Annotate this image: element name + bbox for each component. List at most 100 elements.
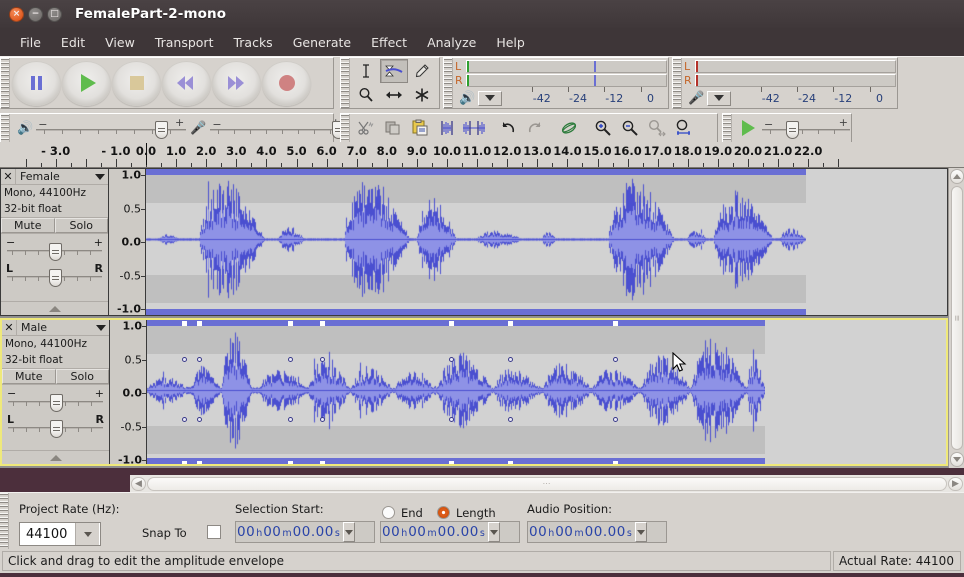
- collapse-track-female-icon[interactable]: [1, 301, 108, 315]
- recording-meter-bars[interactable]: L R: [684, 60, 896, 87]
- redo-button[interactable]: [521, 115, 548, 141]
- horizontal-scrollbar-thumb[interactable]: ⋯: [147, 476, 947, 491]
- waveform-male[interactable]: [147, 320, 946, 464]
- undo-button[interactable]: [494, 115, 521, 141]
- envelope-edge-handle[interactable]: [182, 321, 187, 326]
- envelope-edge-handle[interactable]: [197, 321, 202, 326]
- gain-slider-male[interactable]: − +: [5, 387, 106, 413]
- silence-audio-button[interactable]: [460, 115, 487, 141]
- menu-item-transport[interactable]: Transport: [145, 32, 224, 53]
- track-control-panel-male[interactable]: ✕ Male Mono, 44100Hz 32-bit float Mute S…: [2, 320, 110, 464]
- envelope-edge-handle[interactable]: [508, 321, 513, 326]
- waveform-female[interactable]: [146, 169, 947, 315]
- collapse-track-male-icon[interactable]: [2, 450, 109, 464]
- cut-button[interactable]: [352, 115, 379, 141]
- output-volume-slider[interactable]: − +: [36, 116, 187, 140]
- pause-button[interactable]: [12, 60, 61, 106]
- playback-speed-slider[interactable]: − +: [762, 116, 850, 140]
- scroll-up-icon[interactable]: [949, 169, 964, 184]
- recording-meter-grip[interactable]: [673, 58, 682, 108]
- selection-start-chevron-down-icon[interactable]: [342, 522, 355, 542]
- menu-item-analyze[interactable]: Analyze: [417, 32, 486, 53]
- play-at-speed-grip[interactable]: [723, 114, 732, 142]
- skip-to-start-button[interactable]: [162, 60, 211, 106]
- recording-meter-menu-button[interactable]: [707, 90, 732, 106]
- pan-slider-female[interactable]: LR: [4, 262, 105, 288]
- envelope-edge-handle[interactable]: [197, 461, 202, 464]
- zoom-tool[interactable]: [352, 83, 380, 107]
- envelope-control-point[interactable]: [320, 357, 325, 362]
- pan-slider-male[interactable]: LR: [5, 413, 106, 439]
- menu-item-edit[interactable]: Edit: [51, 32, 95, 53]
- menu-item-generate[interactable]: Generate: [283, 32, 361, 53]
- edit-toolbar-grip[interactable]: [341, 114, 350, 142]
- envelope-control-point[interactable]: [508, 357, 513, 362]
- envelope-control-point[interactable]: [613, 357, 618, 362]
- solo-button-male[interactable]: Solo: [55, 369, 109, 384]
- play-button[interactable]: [62, 60, 111, 106]
- draw-tool[interactable]: [408, 59, 436, 83]
- audio-position-chevron-down-icon[interactable]: [634, 522, 647, 542]
- length-field[interactable]: 00 h 00 m 00.00 s: [380, 521, 520, 543]
- fit-selection-button[interactable]: [643, 115, 670, 141]
- envelope-control-point[interactable]: [288, 417, 293, 422]
- track-male[interactable]: ✕ Male Mono, 44100Hz 32-bit float Mute S…: [0, 318, 948, 467]
- menu-item-effect[interactable]: Effect: [361, 32, 417, 53]
- minimize-icon[interactable]: −: [28, 6, 43, 22]
- copy-button[interactable]: [379, 115, 406, 141]
- playback-meter-menu-button[interactable]: [478, 90, 503, 106]
- envelope-control-point[interactable]: [508, 417, 513, 422]
- zoom-in-button[interactable]: [589, 115, 616, 141]
- envelope-edge-handle[interactable]: [613, 321, 618, 326]
- trim-audio-button[interactable]: [433, 115, 460, 141]
- menu-item-tracks[interactable]: Tracks: [223, 32, 282, 53]
- audio-position-field[interactable]: 00 h 00 m 00.00 s: [527, 521, 667, 543]
- audio-clip-male[interactable]: [147, 320, 765, 464]
- envelope-control-point[interactable]: [288, 357, 293, 362]
- gain-slider-thumb-male[interactable]: [49, 394, 63, 412]
- envelope-control-point[interactable]: [182, 357, 187, 362]
- envelope-edge-handle[interactable]: [508, 461, 513, 464]
- vertical-scrollbar[interactable]: ≡: [948, 168, 964, 468]
- input-volume-slider[interactable]: −+: [210, 116, 346, 140]
- project-rate-combo[interactable]: 44100: [19, 522, 101, 546]
- envelope-edge-handle[interactable]: [288, 461, 293, 464]
- envelope-control-point[interactable]: [449, 357, 454, 362]
- timeshift-tool[interactable]: [380, 83, 408, 107]
- solo-button-female[interactable]: Solo: [54, 218, 108, 233]
- playback-speed-thumb[interactable]: [786, 121, 799, 139]
- scroll-left-icon[interactable]: ◀: [131, 476, 146, 491]
- stop-button[interactable]: [112, 60, 161, 106]
- multi-tool[interactable]: [408, 83, 436, 107]
- vertical-scrollbar-thumb[interactable]: ≡: [950, 186, 963, 450]
- envelope-edge-handle[interactable]: [613, 461, 618, 464]
- envelope-control-point[interactable]: [197, 357, 202, 362]
- envelope-control-point[interactable]: [182, 417, 187, 422]
- end-radio[interactable]: [382, 506, 395, 519]
- maximize-icon[interactable]: □: [47, 6, 62, 22]
- skip-to-end-button[interactable]: [212, 60, 261, 106]
- tools-toolbar-grip[interactable]: [341, 58, 350, 108]
- envelope-edge-handle[interactable]: [182, 461, 187, 464]
- track-menu-chevron-down-icon[interactable]: [93, 324, 109, 331]
- snap-to-checkbox[interactable]: [207, 525, 221, 539]
- paste-button[interactable]: [406, 115, 433, 141]
- envelope-tool[interactable]: [380, 59, 408, 83]
- project-rate-chevron-down-icon[interactable]: [75, 523, 100, 545]
- close-track-icon[interactable]: ✕: [1, 169, 16, 184]
- envelope-edge-handle[interactable]: [449, 461, 454, 464]
- selection-start-field[interactable]: 00 h 00 m 00.00 s: [235, 521, 375, 543]
- track-menu-chevron-down-icon[interactable]: [92, 173, 108, 180]
- close-track-icon[interactable]: ✕: [2, 320, 17, 335]
- transport-toolbar-grip[interactable]: [1, 58, 10, 108]
- scroll-down-icon[interactable]: [949, 452, 964, 467]
- envelope-edge-handle[interactable]: [449, 321, 454, 326]
- audio-clip-female[interactable]: [146, 169, 806, 315]
- selection-toolbar-grip[interactable]: [0, 493, 9, 549]
- pan-slider-thumb-female[interactable]: [48, 269, 62, 287]
- envelope-edge-handle[interactable]: [320, 461, 325, 464]
- envelope-control-point[interactable]: [613, 417, 618, 422]
- pan-slider-thumb-male[interactable]: [49, 420, 63, 438]
- envelope-edge-handle[interactable]: [288, 321, 293, 326]
- length-chevron-down-icon[interactable]: [487, 522, 500, 542]
